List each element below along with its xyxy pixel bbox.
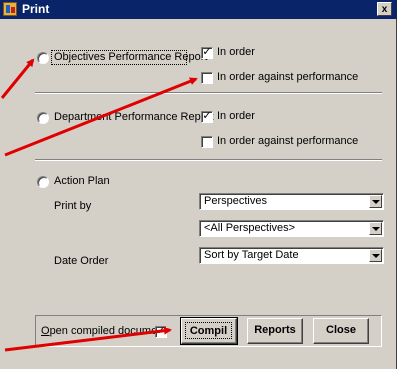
window-title: Print (22, 2, 50, 16)
objectives-report-label: Objectives Performance Report (54, 51, 208, 63)
print-by-value: Perspectives (204, 195, 267, 207)
perspective-filter-value: <All Perspectives> (204, 222, 296, 234)
compil-button[interactable]: Compil (180, 317, 238, 345)
department-report-radio[interactable] (37, 112, 49, 124)
action-plan-radio[interactable] (37, 176, 49, 188)
perspective-filter-select[interactable]: <All Perspectives> (199, 220, 384, 237)
objectives-against-performance-checkbox[interactable] (201, 72, 213, 84)
department-against-performance-label: In order against performance (217, 135, 359, 147)
date-order-value: Sort by Target Date (204, 249, 299, 261)
open-compiled-label: Open compiled document (41, 325, 166, 337)
open-compiled-label-rest: pen compiled document (49, 325, 167, 337)
print-dialog: Print x Objectives Performance Report ✓ … (0, 0, 397, 369)
title-bar[interactable]: Print x (0, 0, 397, 19)
open-compiled-label-hotkey: O (41, 325, 50, 337)
action-plan-label: Action Plan (54, 175, 110, 187)
date-order-select[interactable]: Sort by Target Date (199, 247, 384, 264)
checkmark-icon: ✓ (202, 46, 212, 58)
chevron-down-icon[interactable] (369, 195, 382, 208)
checkmark-icon: ✓ (202, 110, 212, 122)
checkmark-icon: ✓ (156, 325, 166, 337)
print-app-icon (3, 2, 17, 16)
close-icon[interactable]: x (377, 2, 392, 16)
objectives-in-order-label: In order (217, 46, 255, 58)
close-button[interactable]: Close (313, 318, 369, 344)
separator (35, 92, 382, 94)
department-against-performance-checkbox[interactable] (201, 136, 213, 148)
chevron-down-icon[interactable] (369, 222, 382, 235)
objectives-in-order-checkbox[interactable]: ✓ (201, 47, 213, 59)
objectives-against-performance-label: In order against performance (217, 71, 359, 83)
open-compiled-checkbox[interactable]: ✓ (155, 326, 167, 338)
objectives-report-radio[interactable] (37, 52, 49, 64)
compil-button-label: Compil (185, 322, 232, 339)
department-report-label: Department Performance Report (54, 111, 214, 123)
chevron-down-icon[interactable] (369, 249, 382, 262)
print-by-label: Print by (54, 200, 92, 212)
department-in-order-label: In order (217, 110, 255, 122)
separator (35, 159, 382, 161)
reports-button[interactable]: Reports (247, 318, 303, 344)
date-order-label: Date Order (54, 255, 109, 267)
department-in-order-checkbox[interactable]: ✓ (201, 111, 213, 123)
print-by-select[interactable]: Perspectives (199, 193, 384, 210)
